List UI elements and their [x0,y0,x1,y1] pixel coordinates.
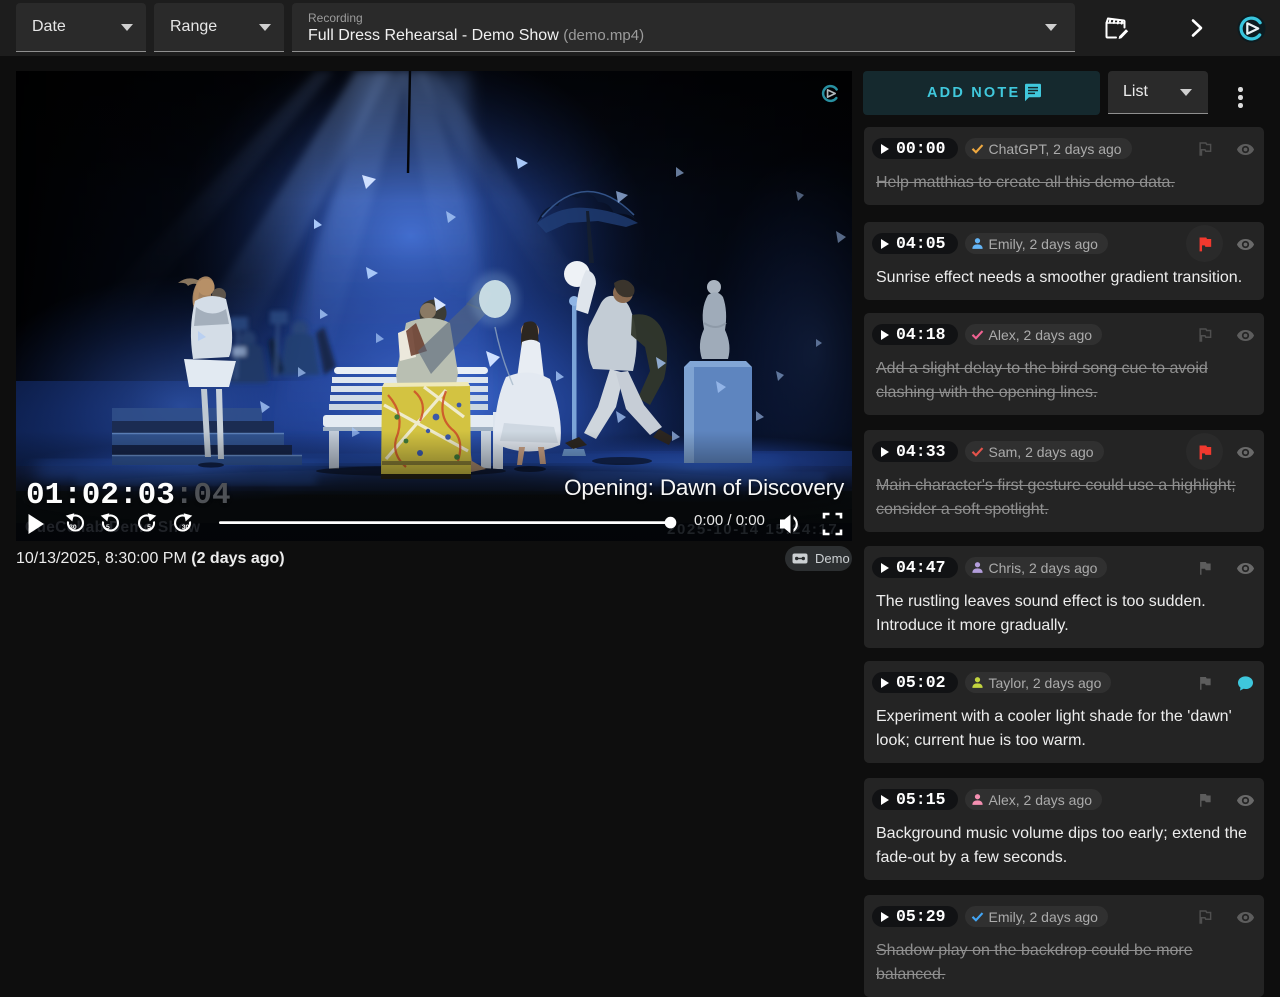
svg-text:30: 30 [182,524,190,531]
svg-text:5: 5 [147,524,151,531]
svg-text:5: 5 [106,524,110,531]
svg-text:30: 30 [69,524,77,531]
